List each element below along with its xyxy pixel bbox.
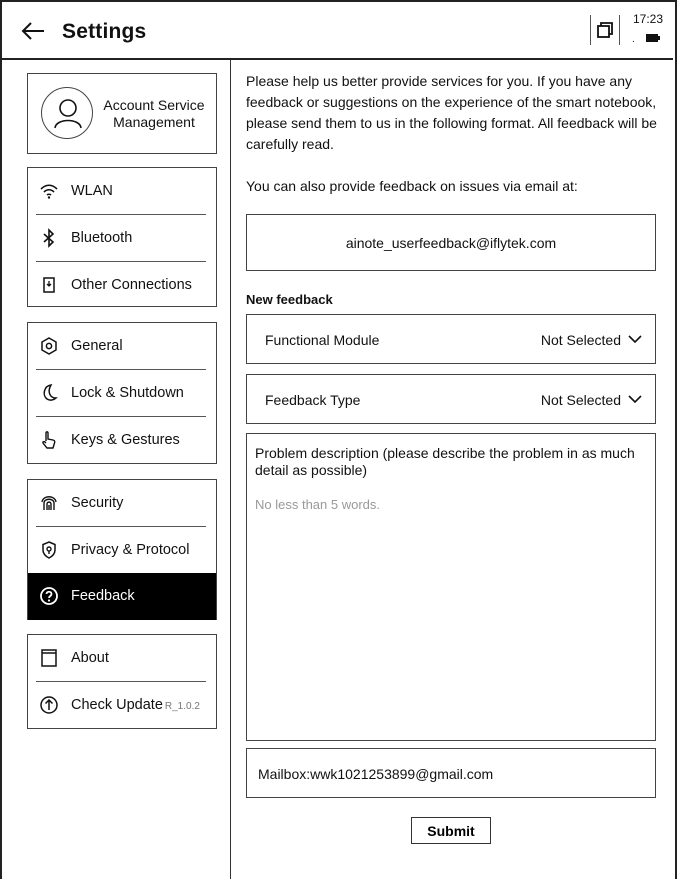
sidebar-item-check-update[interactable]: Check Update R_1.0.2 — [28, 682, 216, 728]
sidebar-item-security[interactable]: Security — [28, 480, 216, 526]
account-service-card[interactable]: Account Service Management — [27, 73, 217, 154]
email-intro-text: You can also provide feedback on issues … — [246, 178, 578, 194]
chevron-down-icon — [628, 335, 642, 344]
check-update-label: Check Update — [71, 697, 163, 713]
submit-button[interactable]: Submit — [411, 817, 491, 844]
hand-pointer-icon — [42, 431, 56, 449]
problem-description-label: Problem description (please describe the… — [255, 445, 635, 478]
window-switch-icon — [597, 22, 613, 38]
question-circle-icon — [40, 587, 58, 605]
feedback-type-label: Feedback Type — [265, 392, 361, 408]
feedback-type-value: Not Selected — [540, 392, 621, 408]
functional-module-select[interactable]: Functional Module Not Selected — [246, 314, 656, 364]
sidebar-item-label: Security — [71, 495, 124, 511]
sidebar-item-lock-shutdown[interactable]: Lock & Shutdown — [28, 370, 216, 416]
status-dot: . — [632, 34, 635, 45]
sidebar-item-label: Privacy & Protocol — [71, 542, 190, 558]
mailbox-value: Mailbox:wwk1021253899@gmail.com — [258, 766, 494, 782]
clock: 17:23 — [632, 12, 664, 26]
bluetooth-icon — [43, 228, 55, 248]
sidebar-item-about[interactable]: About — [28, 635, 216, 681]
window-switch-button[interactable] — [590, 15, 620, 45]
sidebar-item-label: Feedback — [71, 588, 135, 604]
page-title: Settings — [62, 20, 147, 43]
feedback-type-select[interactable]: Feedback Type Not Selected — [246, 374, 656, 424]
user-avatar-icon — [41, 87, 93, 139]
system-group: General Lock & Shutdown Keys & Gestures — [27, 322, 217, 464]
feedback-email: ainote_userfeedback@iflytek.com — [345, 234, 557, 251]
wifi-icon — [40, 184, 58, 199]
new-feedback-heading: New feedback — [246, 292, 333, 307]
header-bar: Settings 17:23 . — [0, 0, 673, 60]
feedback-panel: Please help us better provide services f… — [232, 60, 673, 879]
version-label: R_1.0.2 — [164, 701, 200, 712]
sidebar-item-other-connections[interactable]: Other Connections — [28, 262, 216, 308]
general-icon — [41, 337, 57, 355]
moon-icon — [43, 384, 58, 401]
sidebar-item-label: Bluetooth — [71, 230, 133, 246]
intro-text: Please help us better provide services f… — [246, 73, 657, 152]
problem-description-textarea[interactable]: Problem description (please describe the… — [246, 433, 656, 741]
sidebar-item-label: Keys & Gestures — [71, 432, 180, 448]
problem-description-placeholder: No less than 5 words. — [255, 497, 381, 512]
info-group: About Check Update R_1.0.2 — [27, 634, 217, 729]
privacy-shield-icon — [42, 541, 56, 559]
sidebar-item-privacy-protocol[interactable]: Privacy & Protocol — [28, 527, 216, 573]
sidebar-item-keys-gestures[interactable]: Keys & Gestures — [28, 417, 216, 463]
sidebar-item-label: Other Connections — [71, 277, 192, 293]
settings-sidebar: Account Service Management WLAN Bluetoot… — [0, 60, 231, 879]
sidebar-item-feedback[interactable]: Feedback — [28, 573, 216, 620]
sidebar-item-label: Lock & Shutdown — [71, 385, 184, 401]
fingerprint-icon — [41, 496, 57, 510]
battery-icon — [646, 34, 660, 42]
arrow-left-icon[interactable] — [20, 18, 46, 44]
chevron-down-icon — [628, 395, 642, 404]
sidebar-item-label: Check Update R_1.0.2 — [71, 697, 200, 713]
connection-icon — [43, 277, 55, 293]
privacy-group: Security Privacy & Protocol Feedback — [27, 479, 217, 620]
mailbox-field[interactable]: Mailbox:wwk1021253899@gmail.com — [246, 748, 656, 798]
sidebar-item-wlan[interactable]: WLAN — [28, 168, 216, 214]
functional-module-label: Functional Module — [265, 332, 380, 348]
sidebar-item-label: About — [71, 650, 109, 666]
sidebar-item-bluetooth[interactable]: Bluetooth — [28, 215, 216, 261]
feedback-email-box: ainote_userfeedback@iflytek.com — [246, 214, 656, 271]
sidebar-item-label: General — [71, 338, 123, 354]
connections-group: WLAN Bluetooth Other Connections — [27, 167, 217, 307]
sidebar-item-label: WLAN — [71, 183, 113, 199]
account-service-label: Account Service Management — [103, 97, 205, 130]
about-icon — [41, 649, 57, 667]
functional-module-value: Not Selected — [540, 332, 621, 348]
update-arrow-icon — [40, 696, 58, 714]
sidebar-item-general[interactable]: General — [28, 323, 216, 369]
status-area: 17:23 . — [626, 12, 670, 45]
